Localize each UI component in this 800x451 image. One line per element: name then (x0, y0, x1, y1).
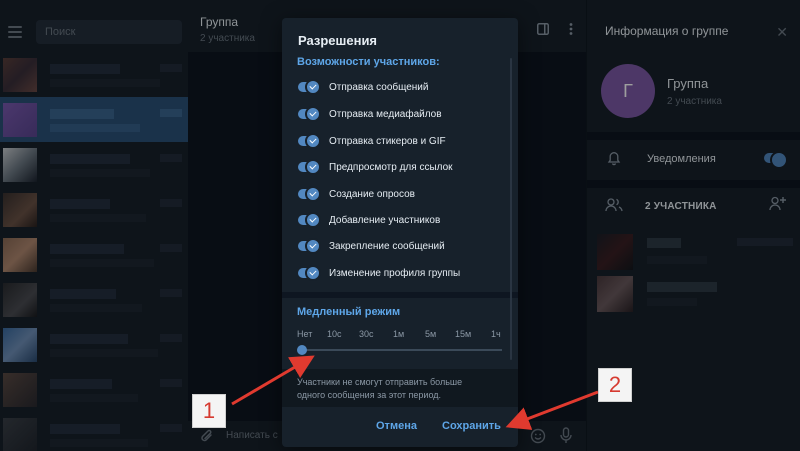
arrow-2 (505, 390, 599, 430)
telegram-window: Группа 2 участника Написать с Информация… (0, 0, 800, 451)
callout-number-2: 2 (598, 368, 632, 402)
callout-number-1: 1 (192, 394, 226, 428)
arrow-1 (231, 355, 315, 406)
annotation-arrows (231, 355, 599, 430)
